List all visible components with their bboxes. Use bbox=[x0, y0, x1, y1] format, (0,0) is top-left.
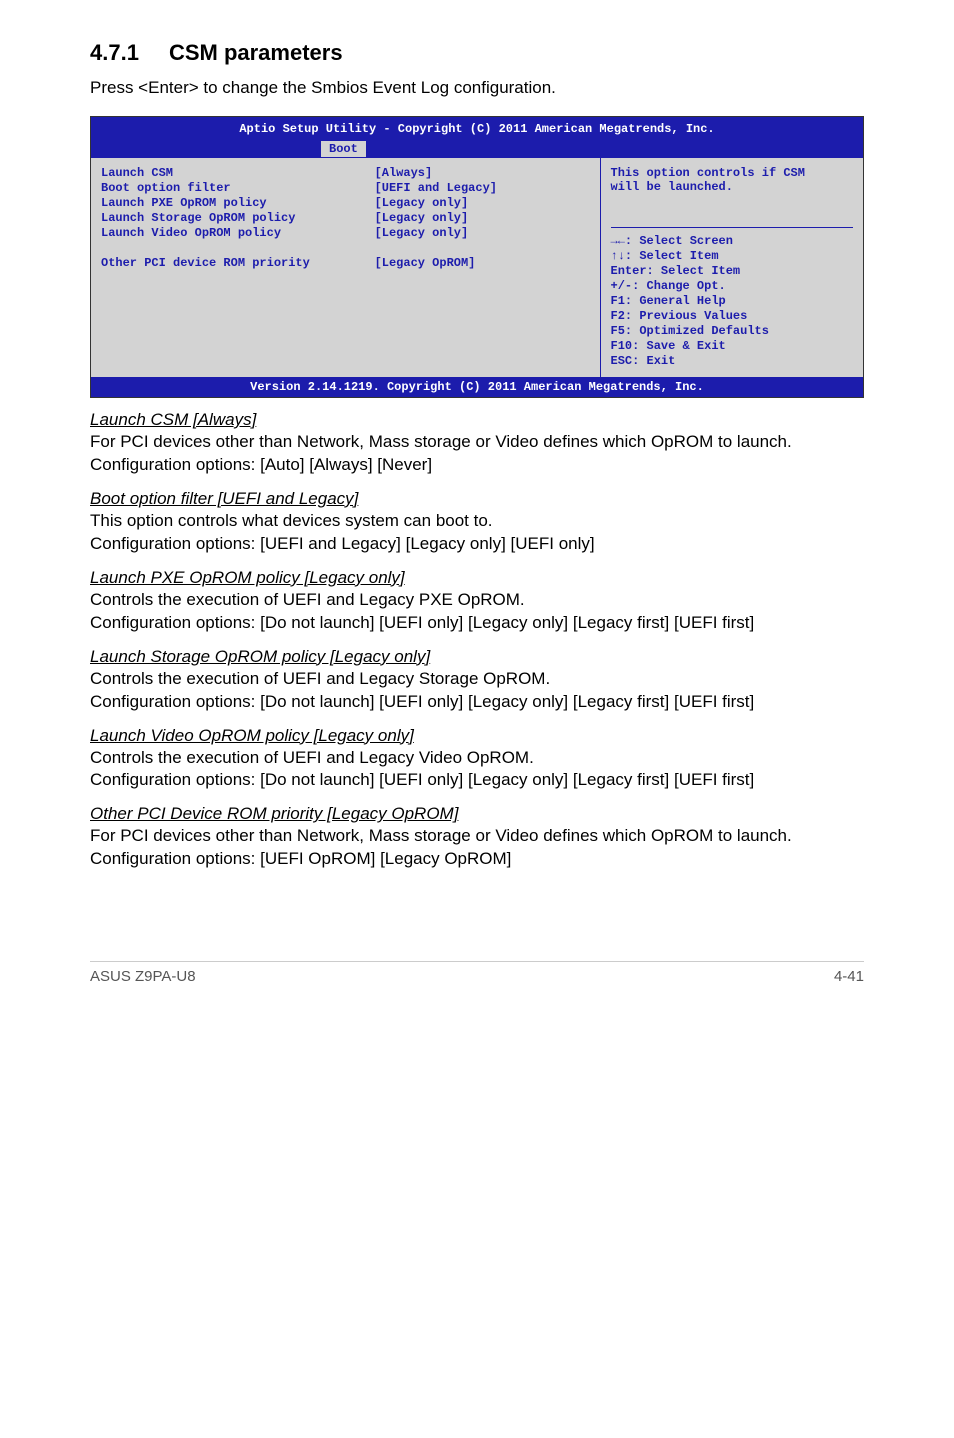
item-line: Configuration options: [Do not launch] [… bbox=[90, 769, 864, 792]
item-line: Configuration options: [Do not launch] [… bbox=[90, 612, 864, 635]
item-line: Controls the execution of UEFI and Legac… bbox=[90, 668, 864, 691]
section-number: 4.7.1 bbox=[90, 40, 139, 66]
row-label: Boot option filter bbox=[101, 181, 375, 196]
item-line: Configuration options: [UEFI and Legacy]… bbox=[90, 533, 864, 556]
row-value[interactable]: [Legacy only] bbox=[375, 226, 590, 241]
bios-body: Launch CSM[Always] Boot option filter[UE… bbox=[91, 157, 863, 377]
help-key-line: F1: General Help bbox=[611, 294, 853, 309]
bios-settings-panel: Launch CSM[Always] Boot option filter[UE… bbox=[91, 157, 601, 377]
help-key-line: Enter: Select Item bbox=[611, 264, 853, 279]
bios-row: Launch Video OpROM policy[Legacy only] bbox=[101, 226, 590, 241]
row-label: Other PCI device ROM priority bbox=[101, 256, 375, 271]
item-title: Launch CSM [Always] bbox=[90, 410, 864, 430]
item-line: Controls the execution of UEFI and Legac… bbox=[90, 589, 864, 612]
bios-window: Aptio Setup Utility - Copyright (C) 2011… bbox=[90, 116, 864, 398]
doc-item: Launch PXE OpROM policy [Legacy only] Co… bbox=[90, 568, 864, 635]
bios-row: Launch PXE OpROM policy[Legacy only] bbox=[101, 196, 590, 211]
item-title: Launch Video OpROM policy [Legacy only] bbox=[90, 726, 864, 746]
page-footer: ASUS Z9PA-U8 4-41 bbox=[90, 961, 864, 985]
help-key-line: ESC: Exit bbox=[611, 354, 853, 369]
bios-row: Boot option filter[UEFI and Legacy] bbox=[101, 181, 590, 196]
help-key-line: F10: Save & Exit bbox=[611, 339, 853, 354]
row-label: Launch CSM bbox=[101, 166, 375, 181]
help-key-line: F2: Previous Values bbox=[611, 309, 853, 324]
row-value[interactable]: [Always] bbox=[375, 166, 590, 181]
doc-item: Launch CSM [Always] For PCI devices othe… bbox=[90, 410, 864, 477]
item-line: For PCI devices other than Network, Mass… bbox=[90, 431, 864, 454]
row-label: Launch PXE OpROM policy bbox=[101, 196, 375, 211]
bios-help-panel: This option controls if CSM will be laun… bbox=[601, 157, 863, 377]
bios-footer: Version 2.14.1219. Copyright (C) 2011 Am… bbox=[91, 377, 863, 397]
item-line: Controls the execution of UEFI and Legac… bbox=[90, 747, 864, 770]
help-top-line: This option controls if CSM bbox=[611, 166, 853, 180]
footer-left: ASUS Z9PA-U8 bbox=[90, 968, 196, 985]
footer-right: 4-41 bbox=[834, 968, 864, 985]
row-label: Launch Video OpROM policy bbox=[101, 226, 375, 241]
row-value[interactable]: [Legacy OpROM] bbox=[375, 256, 590, 271]
item-line: Configuration options: [UEFI OpROM] [Leg… bbox=[90, 848, 864, 871]
doc-item: Boot option filter [UEFI and Legacy] Thi… bbox=[90, 489, 864, 556]
row-value[interactable]: [Legacy only] bbox=[375, 196, 590, 211]
row-value[interactable]: [UEFI and Legacy] bbox=[375, 181, 590, 196]
row-label: Launch Storage OpROM policy bbox=[101, 211, 375, 226]
doc-item: Launch Storage OpROM policy [Legacy only… bbox=[90, 647, 864, 714]
item-line: Configuration options: [Do not launch] [… bbox=[90, 691, 864, 714]
bios-row: Launch Storage OpROM policy[Legacy only] bbox=[101, 211, 590, 226]
bios-row: Launch CSM[Always] bbox=[101, 166, 590, 181]
row-value[interactable]: [Legacy only] bbox=[375, 211, 590, 226]
item-line: For PCI devices other than Network, Mass… bbox=[90, 825, 864, 848]
bios-tab-boot[interactable]: Boot bbox=[321, 141, 366, 157]
intro-paragraph: Press <Enter> to change the Smbios Event… bbox=[90, 78, 864, 98]
section-heading: 4.7.1 CSM parameters bbox=[90, 40, 864, 66]
bios-row-spacer bbox=[101, 241, 590, 256]
bios-row: Other PCI device ROM priority[Legacy OpR… bbox=[101, 256, 590, 271]
item-title: Other PCI Device ROM priority [Legacy Op… bbox=[90, 804, 864, 824]
help-key-line: +/-: Change Opt. bbox=[611, 279, 853, 294]
bios-header-text: Aptio Setup Utility - Copyright (C) 2011… bbox=[99, 121, 855, 137]
bios-tab-row: Boot bbox=[91, 141, 863, 157]
help-top-line: will be launched. bbox=[611, 180, 853, 194]
item-title: Boot option filter [UEFI and Legacy] bbox=[90, 489, 864, 509]
item-title: Launch PXE OpROM policy [Legacy only] bbox=[90, 568, 864, 588]
item-line: Configuration options: [Auto] [Always] [… bbox=[90, 454, 864, 477]
help-key-line: →←: Select Screen bbox=[611, 234, 853, 249]
help-keys: →←: Select Screen ↑↓: Select Item Enter:… bbox=[611, 227, 853, 369]
item-title: Launch Storage OpROM policy [Legacy only… bbox=[90, 647, 864, 667]
doc-item: Launch Video OpROM policy [Legacy only] … bbox=[90, 726, 864, 793]
help-key-line: F5: Optimized Defaults bbox=[611, 324, 853, 339]
item-line: This option controls what devices system… bbox=[90, 510, 864, 533]
help-key-line: ↑↓: Select Item bbox=[611, 249, 853, 264]
doc-item: Other PCI Device ROM priority [Legacy Op… bbox=[90, 804, 864, 871]
bios-header: Aptio Setup Utility - Copyright (C) 2011… bbox=[91, 117, 863, 157]
section-title-text: CSM parameters bbox=[169, 40, 343, 65]
